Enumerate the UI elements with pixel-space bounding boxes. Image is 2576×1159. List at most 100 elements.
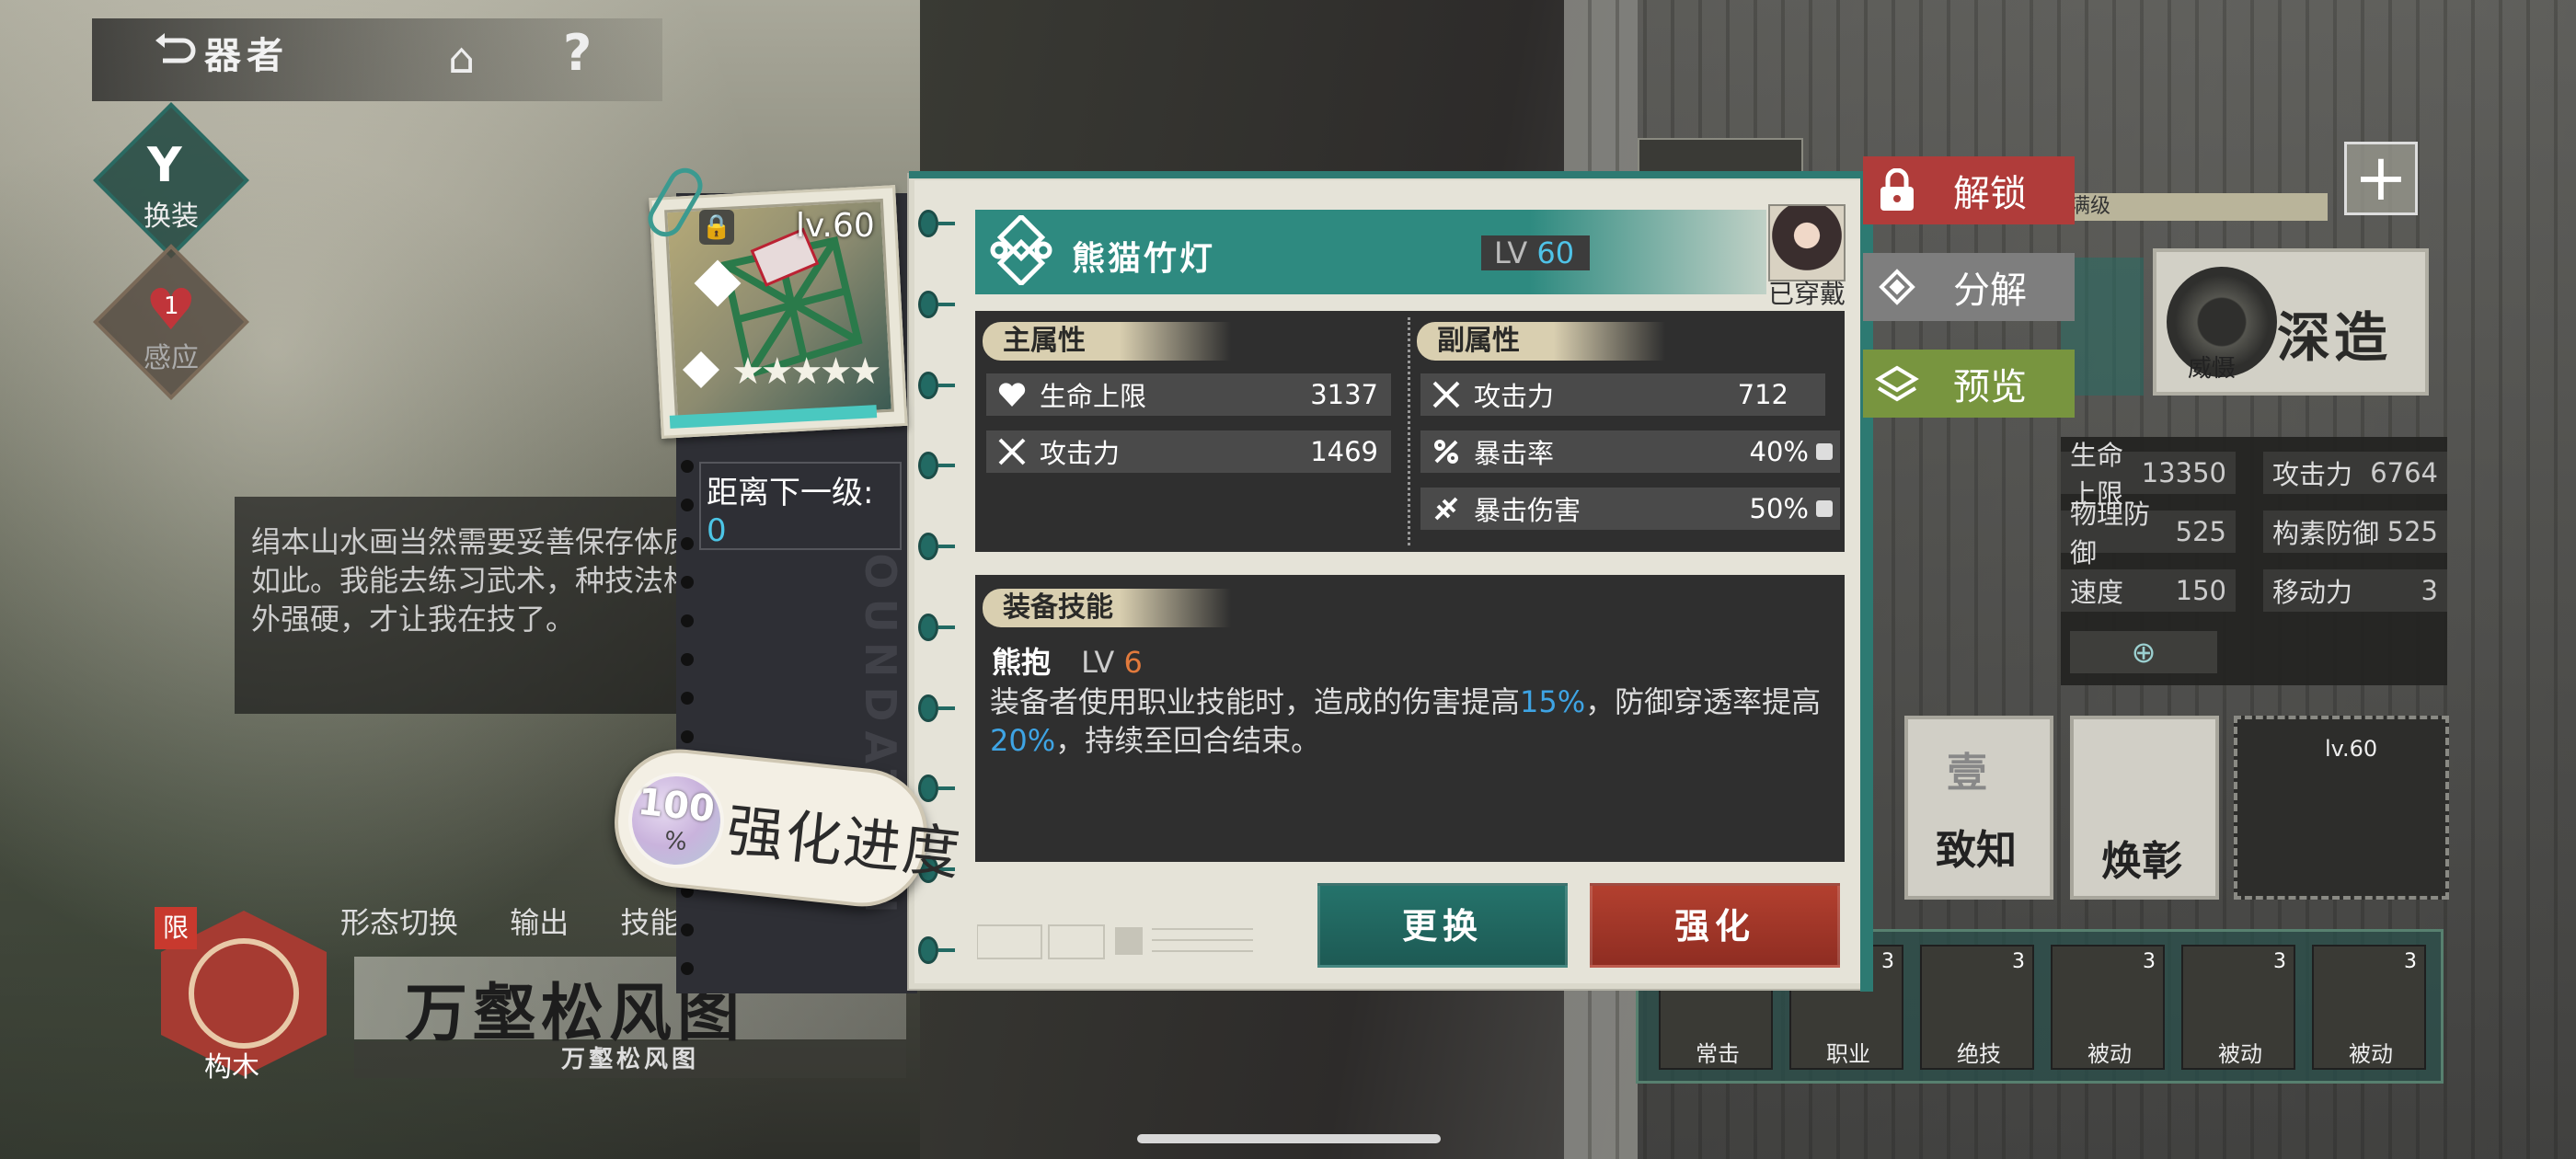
skill-slot-count: 3 xyxy=(2012,950,2025,973)
equipment-level-prefix: LV xyxy=(1494,235,1528,270)
skill-slot-count: 3 xyxy=(1881,950,1894,973)
next-level-label: 距离下一级: xyxy=(707,475,874,511)
change-button[interactable]: 更换 xyxy=(1317,883,1568,968)
attribute-divider xyxy=(1408,317,1410,545)
stat-const-def: 构素防御 525 xyxy=(2263,511,2447,553)
zoom-in-icon[interactable]: ⊕ xyxy=(2070,631,2217,673)
outfit-icon: Y xyxy=(147,138,182,193)
skill-slot-label: 被动 xyxy=(2218,1041,2262,1067)
card-huanzhang-label: 焕彰 xyxy=(2101,838,2182,885)
limit-badge: 限 xyxy=(155,907,197,949)
crossed-swords-icon xyxy=(994,433,1030,470)
enhance-progress-percent-sign: % xyxy=(662,826,689,857)
equip-skill-desc-highlight: 15% xyxy=(1520,684,1586,719)
equip-skill-name: 熊抱 xyxy=(992,645,1052,680)
crossed-swords-icon xyxy=(1428,376,1465,413)
stat-attack: 攻击力 6764 xyxy=(2263,452,2447,494)
knot-icon xyxy=(189,938,299,1049)
skill-tabs: 形态切换 输出 技能 xyxy=(340,900,721,942)
notebook-holes xyxy=(681,460,694,975)
skill-slot-label: 常击 xyxy=(1696,1041,1740,1067)
tab-skill[interactable]: 技能 xyxy=(620,905,679,940)
lock-icon: 🔒 xyxy=(699,210,734,245)
heart-shield-icon xyxy=(994,376,1030,413)
lock-icon xyxy=(1863,156,1931,224)
unlock-button[interactable]: 解锁 xyxy=(1863,156,2075,224)
stat-hp: 生命上限 13350 xyxy=(2061,440,2236,510)
skill-slot-ultimate[interactable]: 3 绝技 xyxy=(1920,945,2034,1070)
lore-text: 绢本山水画当然需要妥善保存体质如此。我能去练习武术，种技法格外强硬，才让我在技了… xyxy=(235,497,731,714)
crit-damage-icon xyxy=(1428,490,1465,527)
equipment-slot-level: lv.60 xyxy=(2325,736,2378,762)
knot-emblem-icon xyxy=(990,215,1052,285)
equipment-card-level: lv.60 xyxy=(796,207,875,245)
dismantle-icon xyxy=(1863,253,1931,321)
skill-slot-passive[interactable]: 3 被动 xyxy=(2181,945,2295,1070)
home-icon[interactable]: ⌂ xyxy=(448,33,475,83)
home-indicator[interactable] xyxy=(1137,1134,1441,1143)
next-level-value: 0 xyxy=(707,512,727,549)
tab-form-switch[interactable]: 形态切换 xyxy=(340,905,458,940)
help-icon[interactable]: ? xyxy=(563,24,592,82)
footer-seal-marks xyxy=(976,911,1308,966)
deepen-sub-label: 威慑 xyxy=(2188,355,2237,383)
attr-name: 攻击力 xyxy=(1040,438,1121,469)
dismantle-button[interactable]: 分解 xyxy=(1863,253,2075,321)
unlock-label: 解锁 xyxy=(1953,173,2027,215)
star-rating: ★★★★★ xyxy=(731,350,881,393)
add-button[interactable]: + xyxy=(2344,142,2418,215)
modal-top-accent xyxy=(909,171,1873,178)
sub-attr-row: 攻击力 712 xyxy=(1420,373,1825,416)
sub-attr-heading: 副属性 xyxy=(1417,322,1665,361)
attr-name: 暴击率 xyxy=(1474,438,1555,469)
skill-slot-label: 被动 xyxy=(2087,1041,2132,1067)
stat-speed: 速度 150 xyxy=(2061,569,2236,612)
change-outfit-label: 换装 xyxy=(144,201,199,233)
card-zhizhi[interactable]: 壹 致知 xyxy=(1904,716,2053,900)
attr-value: 1469 xyxy=(1310,436,1378,467)
equip-skill-desc-part: ，持续至回合结束。 xyxy=(1055,723,1321,758)
enhance-button[interactable]: 强化 xyxy=(1590,883,1840,968)
equipped-label: 已穿戴 xyxy=(1768,279,1846,309)
seal-stamps-icon xyxy=(976,924,1253,959)
equip-skill-level-prefix: LV xyxy=(1081,645,1115,680)
attr-value: 3137 xyxy=(1310,379,1378,410)
equip-skill-desc-part: ，防御穿透率提高 xyxy=(1585,684,1822,719)
attr-value: 50% xyxy=(1749,493,1809,524)
sub-attr-row: 暴击伤害 50% xyxy=(1420,488,1840,530)
character-name-sub: 万壑松风图 xyxy=(354,1041,906,1078)
main-attr-row: 攻击力 1469 xyxy=(986,430,1391,473)
attr-value: 712 xyxy=(1737,379,1788,410)
card-huanzhang[interactable]: 焕彰 xyxy=(2070,716,2219,900)
equip-skill-level-value: 6 xyxy=(1123,645,1143,680)
stat-move: 移动力 3 xyxy=(2263,569,2447,612)
equip-skill-desc-highlight: 20% xyxy=(990,723,1056,758)
back-button[interactable]: 器者 xyxy=(204,26,289,79)
lock-icon[interactable] xyxy=(1816,443,1833,460)
class-label: 构木 xyxy=(204,1051,259,1084)
skill-slot-count: 3 xyxy=(2404,950,2417,973)
equip-skill-heading: 装备技能 xyxy=(983,589,1231,627)
avatar xyxy=(1768,204,1846,281)
equip-skill-desc-part: 装备者使用职业技能时，造成的伤害提高 xyxy=(990,684,1521,719)
dismantle-label: 分解 xyxy=(1953,270,2027,312)
resonance-label: 感应 xyxy=(144,342,199,374)
attr-name: 生命上限 xyxy=(1040,381,1147,412)
next-level-box: 距离下一级: 0 xyxy=(699,462,902,550)
equip-skill-title-row: 熊抱 LV 6 xyxy=(992,639,1143,682)
crit-rate-icon xyxy=(1428,433,1465,470)
skill-slot-count: 3 xyxy=(2143,950,2156,973)
back-arrow-icon[interactable] xyxy=(152,33,198,70)
attr-value: 40% xyxy=(1749,436,1809,467)
skill-slot-passive[interactable]: 3 被动 xyxy=(2051,945,2165,1070)
attr-name: 攻击力 xyxy=(1474,381,1555,412)
skill-slot-passive[interactable]: 3 被动 xyxy=(2312,945,2426,1070)
preview-button[interactable]: 预览 xyxy=(1863,350,2075,418)
lock-icon[interactable] xyxy=(1816,500,1833,517)
main-attr-row: 生命上限 3137 xyxy=(986,373,1391,416)
skill-slot-count: 3 xyxy=(2273,950,2286,973)
tab-output[interactable]: 输出 xyxy=(510,905,569,940)
resonance-count: 1 xyxy=(164,293,179,320)
equipment-level: LV 60 xyxy=(1481,235,1590,270)
attr-name: 暴击伤害 xyxy=(1474,495,1581,526)
